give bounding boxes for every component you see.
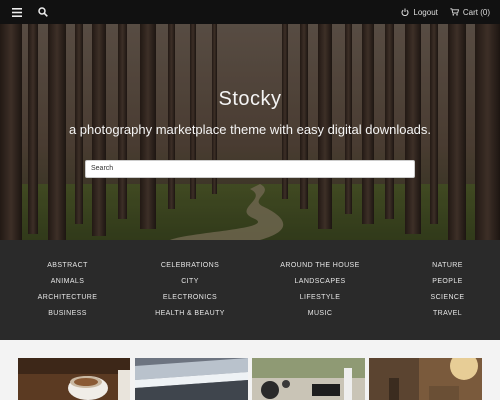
cart-link[interactable]: Cart (0) bbox=[450, 8, 490, 17]
category-menu: ABSTRACT CELEBRATIONS AROUND THE HOUSE N… bbox=[0, 240, 500, 340]
site-tagline: a photography marketplace theme with eas… bbox=[68, 122, 432, 137]
category-link[interactable]: NATURE bbox=[395, 260, 500, 271]
shopping-cart-icon bbox=[450, 8, 459, 16]
train-motion-photo bbox=[135, 358, 248, 400]
category-link[interactable]: TRAVEL bbox=[395, 308, 500, 319]
hero-search-input[interactable]: Search bbox=[85, 160, 415, 178]
thumbnail-train[interactable] bbox=[135, 358, 248, 400]
category-link[interactable]: CITY bbox=[135, 276, 245, 287]
logout-label: Logout bbox=[413, 7, 438, 17]
category-link[interactable]: PEOPLE bbox=[395, 276, 500, 287]
site-title: Stocky bbox=[218, 88, 282, 110]
search-icon[interactable] bbox=[36, 5, 50, 19]
thumbnail-coffee-cup[interactable] bbox=[18, 358, 130, 400]
topbar-right: Logout Cart (0) bbox=[401, 8, 490, 17]
category-link[interactable]: BUSINESS bbox=[0, 308, 135, 319]
thumbnail-street-piano[interactable] bbox=[252, 358, 365, 400]
category-link[interactable]: MUSIC bbox=[245, 308, 395, 319]
cart-label: Cart (0) bbox=[462, 7, 490, 17]
coffee-cup-photo bbox=[18, 358, 130, 400]
logout-link[interactable]: Logout bbox=[401, 7, 438, 17]
category-link[interactable]: SCIENCE bbox=[395, 292, 500, 303]
top-navigation-bar: Logout Cart (0) bbox=[0, 0, 500, 24]
category-link[interactable]: ABSTRACT bbox=[0, 260, 135, 271]
city-sunlight-photo bbox=[369, 358, 482, 400]
category-link[interactable]: LANDSCAPES bbox=[245, 276, 395, 287]
category-link[interactable]: AROUND THE HOUSE bbox=[245, 260, 395, 271]
category-link[interactable]: LIFESTYLE bbox=[245, 292, 395, 303]
hamburger-menu-icon[interactable] bbox=[10, 5, 24, 19]
power-icon bbox=[401, 8, 409, 16]
product-thumbnails-row bbox=[0, 340, 500, 400]
topbar-left bbox=[10, 5, 50, 19]
category-link[interactable]: ANIMALS bbox=[0, 276, 135, 287]
category-link[interactable]: CELEBRATIONS bbox=[135, 260, 245, 271]
street-piano-photo bbox=[252, 358, 365, 400]
thumbnail-city-sunlight[interactable] bbox=[369, 358, 482, 400]
category-grid: ABSTRACT CELEBRATIONS AROUND THE HOUSE N… bbox=[0, 260, 500, 319]
category-link[interactable]: HEALTH & BEAUTY bbox=[135, 308, 245, 319]
category-link[interactable]: ARCHITECTURE bbox=[0, 292, 135, 303]
category-link[interactable]: ELECTRONICS bbox=[135, 292, 245, 303]
hero-banner: Stocky a photography marketplace theme w… bbox=[0, 24, 500, 240]
